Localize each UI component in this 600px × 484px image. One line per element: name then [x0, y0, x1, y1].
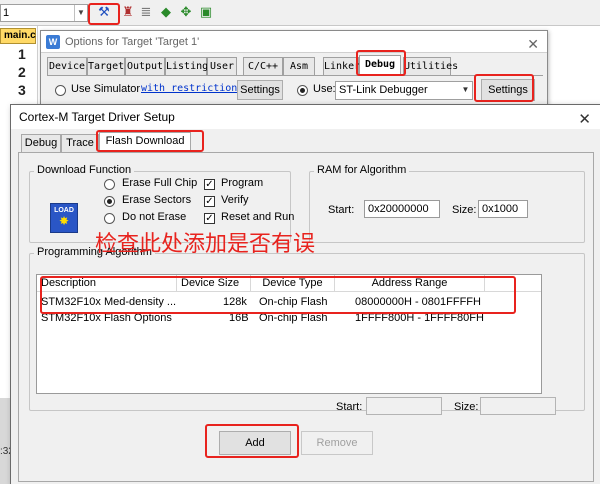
load-icon-text: LOAD: [54, 207, 74, 214]
program-label: Program: [221, 177, 264, 189]
green-arrow-icon[interactable]: ✥: [178, 4, 194, 20]
debugger-settings-button[interactable]: Settings: [481, 79, 535, 101]
options-dialog-titlebar: W Options for Target 'Target 1' ✕: [41, 31, 547, 53]
table-row[interactable]: STM32F10x Med-density ... 128k On-chip F…: [37, 295, 541, 310]
debugger-select-value: ST-Link Debugger: [339, 84, 428, 96]
table-row[interactable]: STM32F10x Flash Options 16B On-chip Flas…: [37, 311, 541, 326]
remove-button: Remove: [301, 431, 373, 455]
column-header-filler: [485, 275, 541, 292]
cell-description: STM32F10x Flash Options: [41, 312, 172, 324]
tab-utilities[interactable]: Utilities: [403, 57, 458, 75]
column-header-address-range[interactable]: Address Range: [335, 275, 485, 292]
reset-and-run-label: Reset and Run: [221, 211, 295, 223]
simulator-settings-button[interactable]: Settings: [237, 80, 283, 100]
do-not-erase-radio[interactable]: [104, 213, 115, 224]
options-for-target-icon[interactable]: ⚒: [96, 4, 112, 20]
use-simulator-label: Use Simulator: [71, 83, 141, 95]
tab-output[interactable]: Output: [125, 57, 165, 75]
erase-sectors-label: Erase Sectors: [122, 194, 192, 206]
target-config-value: 1: [3, 7, 10, 19]
driver-dialog-titlebar: Cortex-M Target Driver Setup ✕: [11, 105, 600, 129]
algo-start-label: Start:: [336, 401, 363, 413]
ram-for-algorithm-label: RAM for Algorithm: [314, 164, 410, 176]
do-not-erase-label: Do not Erase: [122, 211, 187, 223]
tab-linker[interactable]: Linker: [323, 57, 360, 75]
stack-icon[interactable]: ≣: [138, 4, 154, 20]
line-number: 2: [18, 64, 26, 80]
load-icon: LOAD ✸: [50, 203, 78, 233]
close-icon[interactable]: ✕: [527, 33, 539, 55]
chevron-down-icon: ▼: [74, 5, 87, 21]
algo-size-input: [480, 397, 556, 415]
tab-user[interactable]: User: [207, 57, 237, 75]
column-header-device-type[interactable]: Device Type: [251, 275, 335, 292]
erase-full-chip-label: Erase Full Chip: [122, 177, 198, 189]
driver-dialog-title: Cortex-M Target Driver Setup: [19, 110, 175, 124]
ram-for-algorithm-group: RAM for Algorithm Start: 0x20000000 Size…: [309, 164, 585, 243]
ram-size-input[interactable]: 0x1000: [478, 200, 528, 218]
tab-flash-download[interactable]: Flash Download: [99, 132, 191, 153]
erase-full-chip-radio[interactable]: [104, 179, 115, 190]
tab-target[interactable]: Target: [87, 57, 125, 75]
line-number: 3: [18, 82, 26, 98]
ram-start-label: Start:: [328, 204, 355, 216]
column-header-description[interactable]: Description: [37, 275, 177, 292]
tab-asm[interactable]: Asm: [283, 57, 315, 75]
verify-label: Verify: [221, 194, 249, 206]
download-function-label: Download Function: [34, 164, 135, 176]
star-icon: ✸: [58, 214, 70, 228]
flash-download-panel: Download Function LOAD ✸ Erase Full Chip…: [18, 152, 594, 482]
programming-algorithm-group: Programming Algorithm Description Device…: [29, 246, 585, 415]
algo-start-input: [366, 397, 442, 415]
tab-c-cpp[interactable]: C/C++: [243, 57, 283, 75]
cell-device-type: On-chip Flash: [259, 312, 328, 324]
cell-description: STM32F10x Med-density ...: [41, 296, 177, 308]
with-restrictions-link[interactable]: with restrictions: [141, 83, 243, 94]
program-checkbox[interactable]: ✓: [204, 179, 215, 190]
ram-size-label: Size:: [452, 204, 477, 216]
cell-device-size: 128k: [223, 296, 247, 308]
annotation-note: 检查此处添加是否有误: [95, 232, 316, 257]
algorithm-table[interactable]: Description Device Size Device Type Addr…: [36, 274, 542, 394]
options-dialog-title: Options for Target 'Target 1': [65, 36, 200, 48]
tab-debug[interactable]: Debug: [21, 134, 61, 152]
debugger-select[interactable]: ST-Link Debugger ▼: [335, 81, 473, 100]
pack-installer-icon[interactable]: ◆: [158, 4, 174, 20]
add-button[interactable]: Add: [219, 431, 291, 455]
update-icon[interactable]: ▣: [198, 4, 214, 20]
line-number: 1: [18, 46, 26, 62]
cell-device-size: 16B: [229, 312, 249, 324]
chevron-down-icon: ▼: [461, 85, 470, 94]
ram-start-input[interactable]: 0x20000000: [364, 200, 440, 218]
reset-and-run-checkbox[interactable]: ✓: [204, 213, 215, 224]
cell-address-range: 1FFFF800H - 1FFFF80FH: [355, 312, 484, 324]
tab-trace[interactable]: Trace: [61, 134, 99, 152]
cortex-m-driver-dialog: Cortex-M Target Driver Setup ✕ Debug Tra…: [10, 104, 600, 484]
manage-components-icon[interactable]: ♜: [120, 4, 136, 20]
keil-icon: W: [46, 35, 60, 49]
tab-device[interactable]: Device: [47, 57, 87, 75]
file-tab[interactable]: main.c: [0, 28, 36, 44]
column-header-device-size[interactable]: Device Size: [177, 275, 251, 292]
verify-checkbox[interactable]: ✓: [204, 196, 215, 207]
tab-divider: [47, 75, 543, 76]
options-for-target-dialog: W Options for Target 'Target 1' ✕ Device…: [40, 30, 548, 110]
use-simulator-radio[interactable]: [55, 85, 66, 96]
use-label: Use:: [313, 83, 336, 95]
close-icon[interactable]: ✕: [578, 108, 591, 132]
ide-toolbar: 1 ▼ ⚒ ♜ ≣ ◆ ✥ ▣: [0, 0, 600, 26]
tab-listing[interactable]: Listing: [165, 57, 208, 75]
cell-device-type: On-chip Flash: [259, 296, 328, 308]
cell-address-range: 08000000H - 0801FFFFH: [355, 296, 481, 308]
file-tab-label: main.c: [4, 30, 36, 41]
algo-size-label: Size:: [454, 401, 479, 413]
tab-debug[interactable]: Debug: [359, 55, 401, 76]
target-config-combo[interactable]: 1 ▼: [0, 4, 88, 22]
erase-sectors-radio[interactable]: [104, 196, 115, 207]
use-debugger-radio[interactable]: [297, 85, 308, 96]
